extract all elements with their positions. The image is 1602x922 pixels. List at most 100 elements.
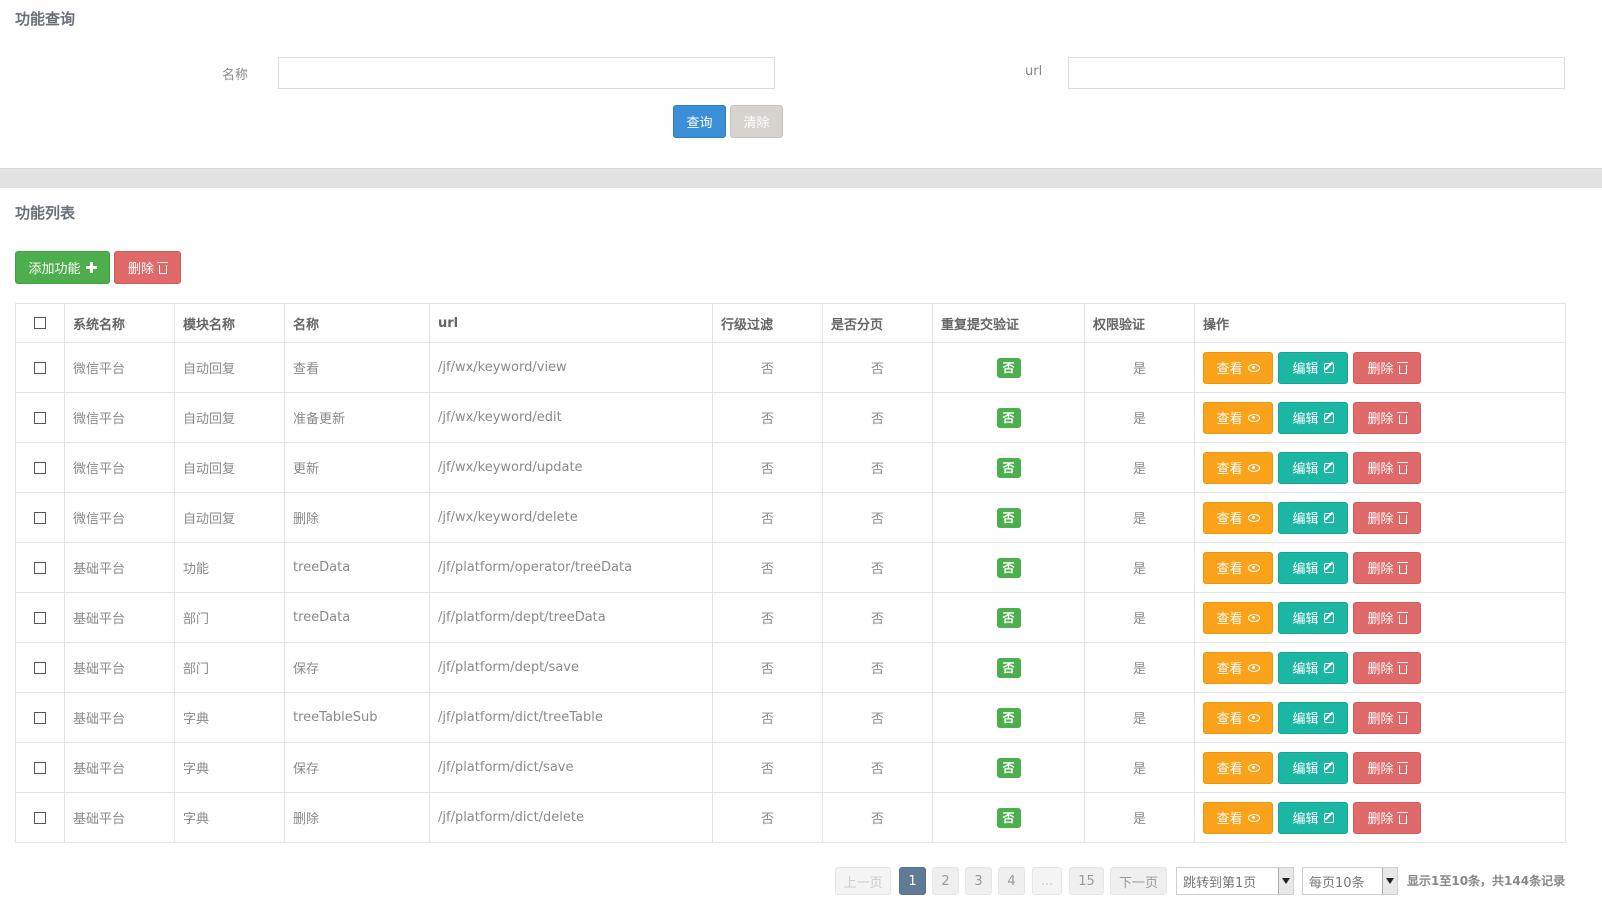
- page-1-button[interactable]: 1: [899, 867, 926, 895]
- row-actions: 查看 编辑 删除: [1203, 451, 1557, 484]
- row-actions: 查看 编辑 删除: [1203, 751, 1557, 784]
- add-function-button[interactable]: 添加功能: [15, 251, 110, 284]
- cell-paging: 否: [822, 492, 933, 543]
- col-system-name[interactable]: 系统名称: [64, 303, 175, 343]
- row-checkbox[interactable]: [34, 661, 46, 674]
- row-checkbox[interactable]: [34, 811, 46, 824]
- eye-icon: [1247, 513, 1260, 522]
- page-3-button[interactable]: 3: [965, 867, 992, 895]
- view-button[interactable]: 查看: [1203, 501, 1273, 534]
- edit-icon: [1323, 512, 1334, 523]
- delete-button[interactable]: 删除: [1353, 501, 1421, 534]
- row-checkbox[interactable]: [34, 761, 46, 774]
- table-row: 基础平台 功能 treeData/jf/platform/operator/tree…: [15, 542, 1566, 593]
- col-permission-check[interactable]: 权限验证: [1084, 303, 1195, 343]
- col-row-filter[interactable]: 行级过滤: [712, 303, 823, 343]
- view-button-label: 查看: [1216, 762, 1243, 777]
- row-checkbox[interactable]: [34, 561, 46, 574]
- delete-button[interactable]: 删除: [1353, 551, 1421, 584]
- edit-icon: [1323, 662, 1334, 673]
- url-input[interactable]: [1068, 57, 1565, 89]
- view-button-label: 查看: [1216, 662, 1243, 677]
- view-button[interactable]: 查看: [1203, 801, 1273, 834]
- cell-url: /jf/platform/dept/save: [429, 642, 713, 693]
- view-button[interactable]: 查看: [1203, 651, 1273, 684]
- page-15-button[interactable]: 15: [1069, 867, 1104, 895]
- prev-page-button[interactable]: 上一页: [835, 867, 891, 895]
- query-button[interactable]: 查询: [673, 105, 726, 138]
- col-paging[interactable]: 是否分页: [822, 303, 933, 343]
- view-button-label: 查看: [1216, 812, 1243, 827]
- view-button[interactable]: 查看: [1203, 751, 1273, 784]
- edit-button[interactable]: 编辑: [1278, 751, 1348, 784]
- cell-url: /jf/wx/keyword/edit: [429, 392, 713, 443]
- page-4-button[interactable]: 4: [998, 867, 1025, 895]
- jump-to-page-select[interactable]: 跳转到第1页: [1176, 867, 1294, 895]
- name-input[interactable]: [278, 57, 775, 89]
- cell-url: /jf/wx/keyword/delete: [429, 492, 713, 543]
- row-actions: 查看 编辑 删除: [1203, 801, 1557, 834]
- view-button[interactable]: 查看: [1203, 551, 1273, 584]
- bulk-delete-button[interactable]: 删除: [114, 251, 181, 284]
- search-panel-title: 功能查询: [15, 10, 76, 28]
- select-all-checkbox[interactable]: [34, 317, 46, 329]
- row-checkbox[interactable]: [34, 461, 46, 474]
- row-checkbox[interactable]: [34, 411, 46, 424]
- col-resubmit-check[interactable]: 重复提交验证: [932, 303, 1085, 343]
- view-button[interactable]: 查看: [1203, 401, 1273, 434]
- row-checkbox[interactable]: [34, 361, 46, 374]
- delete-button[interactable]: 删除: [1353, 701, 1421, 734]
- cell-paging: 否: [822, 442, 933, 493]
- delete-button[interactable]: 删除: [1353, 601, 1421, 634]
- cell-url: /jf/platform/dict/save: [429, 742, 713, 793]
- row-checkbox[interactable]: [34, 611, 46, 624]
- cell-paging: 否: [822, 342, 933, 393]
- next-page-button[interactable]: 下一页: [1110, 867, 1167, 895]
- row-actions: 查看 编辑 删除: [1203, 351, 1557, 384]
- cell-row-filter: 否: [712, 642, 823, 693]
- edit-button[interactable]: 编辑: [1278, 501, 1348, 534]
- view-button[interactable]: 查看: [1203, 451, 1273, 484]
- edit-icon: [1323, 412, 1334, 423]
- jump-to-page-value: 跳转到第1页: [1183, 875, 1257, 891]
- delete-button[interactable]: 删除: [1353, 451, 1421, 484]
- delete-button[interactable]: 删除: [1353, 401, 1421, 434]
- list-panel-title: 功能列表: [15, 204, 76, 222]
- edit-button[interactable]: 编辑: [1278, 451, 1348, 484]
- cell-paging: 否: [822, 642, 933, 693]
- page-2-button[interactable]: 2: [932, 867, 959, 895]
- edit-button[interactable]: 编辑: [1278, 701, 1348, 734]
- select-all-cell: [15, 303, 65, 343]
- edit-icon: [1323, 362, 1334, 373]
- edit-button[interactable]: 编辑: [1278, 651, 1348, 684]
- trash-icon: [1396, 661, 1408, 674]
- delete-button[interactable]: 删除: [1353, 801, 1421, 834]
- delete-button-label: 删除: [1367, 412, 1394, 427]
- delete-button[interactable]: 删除: [1353, 751, 1421, 784]
- delete-button-label: 删除: [1367, 662, 1394, 677]
- row-select-cell: [15, 442, 65, 493]
- trash-icon: [157, 261, 168, 274]
- cell-row-filter: 否: [712, 592, 823, 643]
- delete-button[interactable]: 删除: [1353, 651, 1421, 684]
- view-button[interactable]: 查看: [1203, 601, 1273, 634]
- cell-resubmit-check: 否: [932, 342, 1085, 393]
- row-checkbox[interactable]: [34, 711, 46, 724]
- col-module-name[interactable]: 模块名称: [174, 303, 285, 343]
- edit-button[interactable]: 编辑: [1278, 601, 1348, 634]
- view-button[interactable]: 查看: [1203, 351, 1273, 384]
- view-button[interactable]: 查看: [1203, 701, 1273, 734]
- clear-button[interactable]: 清除: [730, 105, 783, 138]
- per-page-select[interactable]: 每页10条: [1302, 867, 1398, 895]
- cell-permission-check: 是: [1084, 792, 1195, 843]
- delete-button[interactable]: 删除: [1353, 351, 1421, 384]
- edit-button[interactable]: 编辑: [1278, 801, 1348, 834]
- edit-button[interactable]: 编辑: [1278, 351, 1348, 384]
- cell-url: /jf/wx/keyword/view: [429, 342, 713, 393]
- col-name[interactable]: 名称: [284, 303, 430, 343]
- edit-button[interactable]: 编辑: [1278, 401, 1348, 434]
- row-checkbox[interactable]: [34, 511, 46, 524]
- edit-button[interactable]: 编辑: [1278, 551, 1348, 584]
- col-url[interactable]: url: [429, 303, 713, 343]
- cell-resubmit-check: 否: [932, 392, 1085, 443]
